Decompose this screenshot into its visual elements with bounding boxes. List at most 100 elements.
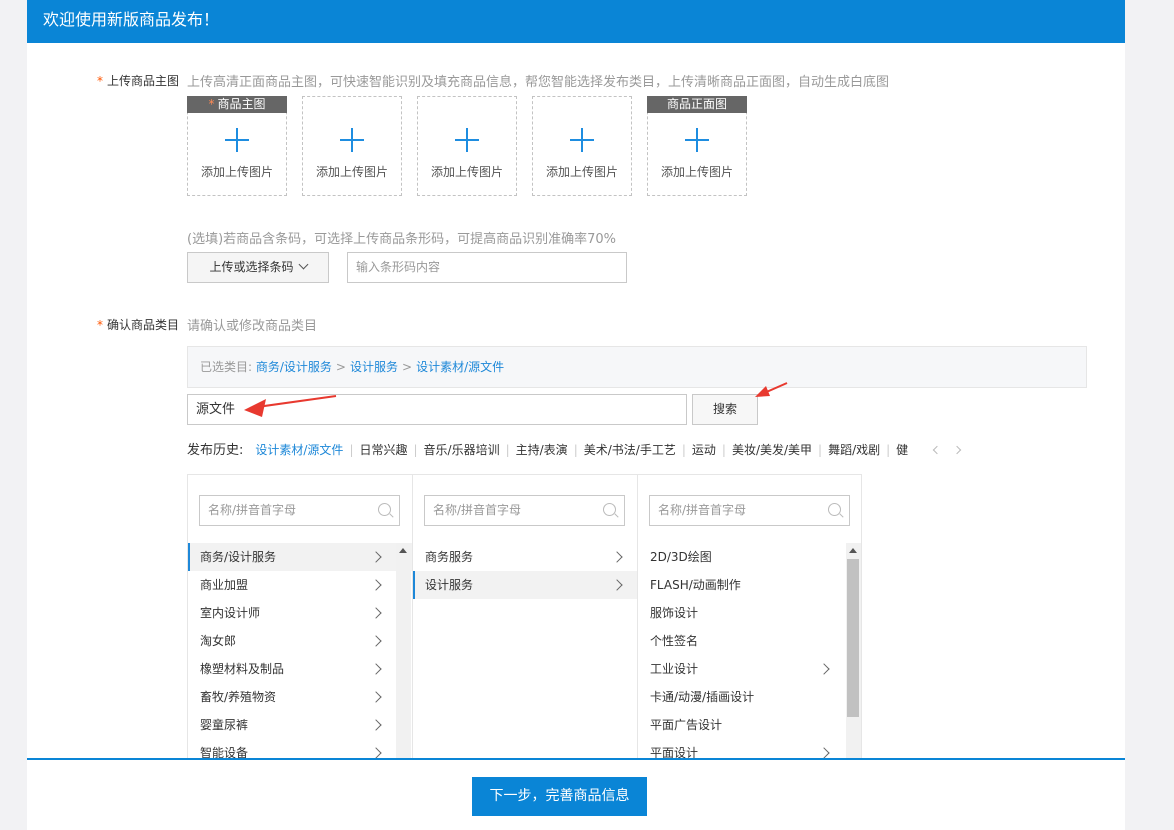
history-item[interactable]: 健 xyxy=(896,443,908,457)
category-item[interactable]: 婴童尿裤 xyxy=(188,711,412,739)
category-item-label: 婴童尿裤 xyxy=(200,718,249,732)
category-item[interactable]: 畜牧/养殖物资 xyxy=(188,683,412,711)
history-title: 发布历史: xyxy=(187,443,244,458)
category-item[interactable]: 平面广告设计 xyxy=(638,711,861,739)
category-item-label: 设计服务 xyxy=(425,578,474,592)
chevron-right-icon xyxy=(370,579,382,591)
category-item-label: 服饰设计 xyxy=(650,606,699,620)
chevron-right-icon xyxy=(370,607,382,619)
category-item[interactable]: 商业加盟 xyxy=(188,571,412,599)
breadcrumb-level-3[interactable]: 设计素材/源文件 xyxy=(416,360,504,374)
category-item[interactable]: 商务服务 xyxy=(413,543,637,571)
barcode-select-button[interactable]: 上传或选择条码 xyxy=(187,252,329,283)
category-item-label: 淘女郎 xyxy=(200,634,237,648)
upload-slot-front[interactable]: 商品正面图 添加上传图片 xyxy=(647,96,747,196)
category-item[interactable]: 橡塑材料及制品 xyxy=(188,655,412,683)
chevron-right-icon xyxy=(370,635,382,647)
category-list: 商务/设计服务 商业加盟室内设计师淘女郎橡塑材料及制品 畜牧/养殖物资 婴童尿裤智能设… xyxy=(188,543,412,759)
history-item[interactable]: 音乐/乐器培训 xyxy=(424,443,500,457)
search-icon xyxy=(603,503,616,516)
chevron-right-icon xyxy=(370,719,382,731)
column-filter-input[interactable]: 名称/拼音首字母 xyxy=(424,495,625,526)
scrollbar[interactable] xyxy=(846,543,861,759)
category-item[interactable]: 个性签名 xyxy=(638,627,861,655)
history-item[interactable]: 运动 xyxy=(692,443,716,457)
category-item-label: FLASH/动画制作 xyxy=(650,578,741,592)
category-item-label: 工业设计 xyxy=(650,662,699,676)
history-item[interactable]: 设计素材/源文件 xyxy=(255,443,343,457)
scrollbar-thumb[interactable] xyxy=(847,559,859,717)
category-item-label: 2D/3D绘图 xyxy=(650,550,712,564)
category-search-input[interactable]: 源文件 xyxy=(187,394,687,425)
scrollbar[interactable] xyxy=(396,543,411,759)
main-image-label: * 上传商品主图 xyxy=(97,74,180,88)
category-label: * 确认商品类目 xyxy=(97,318,180,332)
category-column-3: 名称/拼音首字母 2D/3D绘图 FLASH/动画制作 服饰设计个性签名工业设计卡通… xyxy=(638,475,861,759)
category-item[interactable]: 设计服务 xyxy=(413,571,637,599)
plus-icon xyxy=(225,128,249,152)
selected-category-breadcrumb: 已选类目: 商务/设计服务 > 设计服务 > 设计素材/源文件 xyxy=(187,346,1087,388)
category-item-label: 橡塑材料及制品 xyxy=(200,662,285,676)
category-item-label: 商业加盟 xyxy=(200,578,249,592)
history-item[interactable]: 日常兴趣 xyxy=(359,443,407,457)
plus-icon xyxy=(340,128,364,152)
main-image-hint: 上传高清正面商品主图，可快速智能识别及填充商品信息，帮您智能选择发布类目，上传清… xyxy=(187,75,890,90)
upload-slot-main[interactable]: * 商品主图 添加上传图片 xyxy=(187,96,287,196)
category-item[interactable]: 淘女郎 xyxy=(188,627,412,655)
column-filter-input[interactable]: 名称/拼音首字母 xyxy=(649,495,850,526)
category-item[interactable]: 卡通/动漫/插画设计 xyxy=(638,683,861,711)
category-item-label: 畜牧/养殖物资 xyxy=(200,690,277,704)
history-item[interactable]: 舞蹈/戏剧 xyxy=(828,443,880,457)
chevron-right-icon xyxy=(818,747,830,759)
category-picker: 名称/拼音首字母 商务/设计服务 商业加盟室内设计师淘女郎橡塑材料及制品 畜牧/养殖… xyxy=(187,474,862,760)
category-item[interactable]: 室内设计师 xyxy=(188,599,412,627)
scroll-up-arrow-icon[interactable] xyxy=(849,548,857,553)
next-step-button[interactable]: 下一步，完善商品信息 xyxy=(472,777,647,816)
category-item[interactable]: 工业设计 xyxy=(638,655,861,683)
breadcrumb-level-2[interactable]: 设计服务 xyxy=(350,360,398,374)
column-filter-input[interactable]: 名称/拼音首字母 xyxy=(199,495,400,526)
category-item-label: 商务/设计服务 xyxy=(200,550,277,564)
history-item[interactable]: 美术/书法/手工艺 xyxy=(584,443,676,457)
add-image-text: 添加上传图片 xyxy=(200,165,273,179)
barcode-hint: (选填)若商品含条码，可选择上传商品条形码，可提高商品识别准确率70% xyxy=(187,232,617,247)
upload-slot-2[interactable]: 添加上传图片 xyxy=(302,96,402,196)
slot-tag: 商品正面图 xyxy=(647,96,747,113)
scroll-up-arrow-icon[interactable] xyxy=(399,548,407,553)
chevron-right-icon xyxy=(611,551,623,563)
history-item[interactable]: 主持/表演 xyxy=(516,443,568,457)
history-prev-icon[interactable] xyxy=(932,444,942,456)
category-item-label: 平面广告设计 xyxy=(650,718,723,732)
breadcrumb-level-1[interactable]: 商务/设计服务 xyxy=(256,360,332,374)
publish-history: 发布历史: 设计素材/源文件 | 日常兴趣 | 音乐/乐器培训 | 主持/表演 | 美术/书法/手… xyxy=(187,443,909,458)
chevron-right-icon xyxy=(611,579,623,591)
slot-tag: * 商品主图 xyxy=(187,96,287,113)
category-list: 商务服务 设计服务 xyxy=(413,543,637,599)
category-item-label: 卡通/动漫/插画设计 xyxy=(650,690,755,704)
search-button[interactable]: 搜索 xyxy=(692,394,758,425)
category-item-label: 个性签名 xyxy=(650,634,699,648)
category-item[interactable]: 商务/设计服务 xyxy=(188,543,412,571)
add-image-text: 添加上传图片 xyxy=(545,165,618,179)
upload-slot-3[interactable]: 添加上传图片 xyxy=(417,96,517,196)
category-item[interactable]: 服饰设计 xyxy=(638,599,861,627)
add-image-text: 添加上传图片 xyxy=(315,165,388,179)
search-icon xyxy=(378,503,391,516)
category-item[interactable]: 智能设备 xyxy=(188,739,412,759)
search-icon xyxy=(828,503,841,516)
history-item[interactable]: 美妆/美发/美甲 xyxy=(732,443,812,457)
upload-slot-4[interactable]: 添加上传图片 xyxy=(532,96,632,196)
category-list: 2D/3D绘图 FLASH/动画制作 服饰设计 个性签名 工业设计 卡通/动漫/插画设计平… xyxy=(638,543,861,759)
category-item-label: 室内设计师 xyxy=(200,606,261,620)
plus-icon xyxy=(570,128,594,152)
plus-icon xyxy=(455,128,479,152)
category-item[interactable]: 平面设计 xyxy=(638,739,861,759)
history-next-icon[interactable] xyxy=(952,444,964,456)
category-item[interactable]: 2D/3D绘图 xyxy=(638,543,861,571)
barcode-input[interactable]: 输入条形码内容 xyxy=(347,252,627,283)
category-item[interactable]: FLASH/动画制作 xyxy=(638,571,861,599)
category-item-label: 商务服务 xyxy=(425,550,474,564)
add-image-text: 添加上传图片 xyxy=(660,165,733,179)
category-column-1: 名称/拼音首字母 商务/设计服务 商业加盟室内设计师淘女郎橡塑材料及制品 畜牧/养殖… xyxy=(188,475,413,759)
plus-icon xyxy=(685,128,709,152)
